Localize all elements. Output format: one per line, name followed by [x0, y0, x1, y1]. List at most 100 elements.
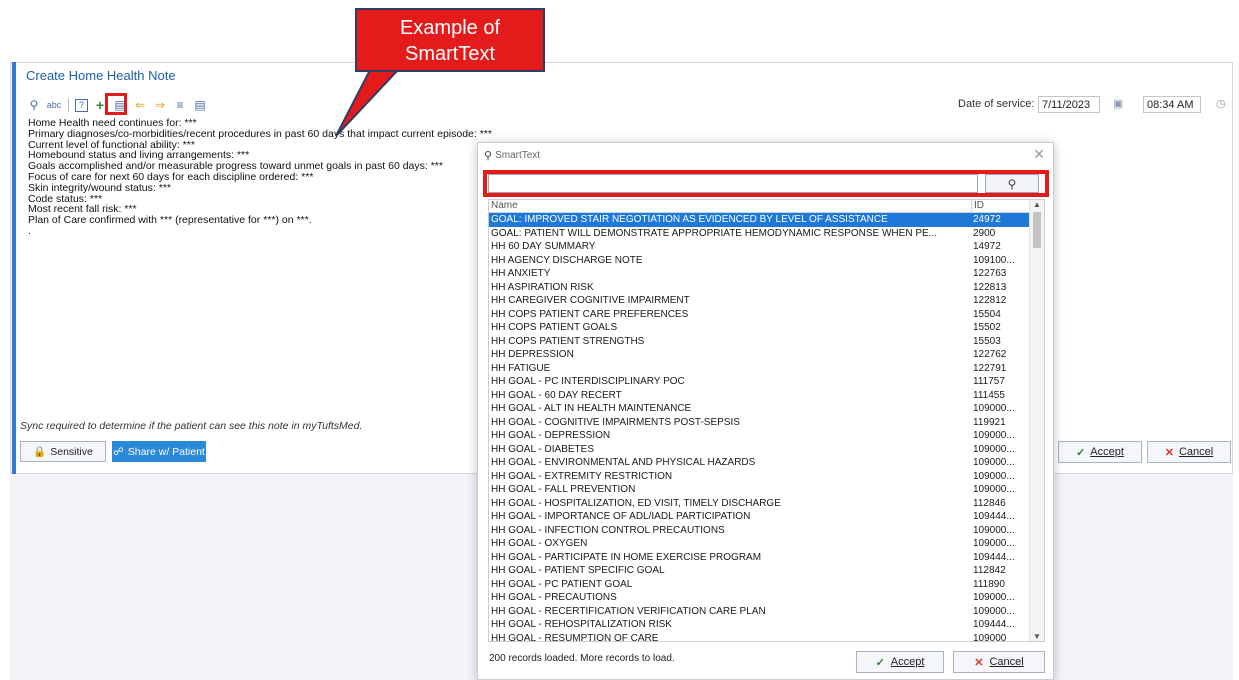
- list-item[interactable]: HH GOAL - PARTICIPATE IN HOME EXERCISE P…: [489, 551, 1044, 565]
- item-name: HH FATIGUE: [491, 362, 551, 374]
- list-item[interactable]: HH GOAL - PRECAUTIONS 109000...: [489, 591, 1044, 605]
- toolbar-divider: [68, 98, 69, 112]
- item-id: 119921: [973, 416, 1006, 428]
- list-item[interactable]: HH GOAL - OXYGEN 109000...: [489, 537, 1044, 551]
- callout-line-2: SmartText: [404, 43, 496, 65]
- sensitive-button[interactable]: 🔒 Sensitive: [20, 441, 106, 462]
- item-id: 112842: [973, 565, 1006, 576]
- item-name: HH ASPIRATION RISK: [491, 281, 594, 293]
- time-field[interactable]: 08:34 AM: [1143, 96, 1201, 113]
- smarttext-icon-highlight: [105, 93, 127, 115]
- item-id: 109000...: [973, 430, 1015, 441]
- item-name: HH COPS PATIENT CARE PREFERENCES: [491, 308, 689, 320]
- list-item[interactable]: HH CAREGIVER COGNITIVE IMPAIRMENT 122812: [489, 294, 1044, 308]
- clock-icon[interactable]: ◷: [1216, 97, 1226, 110]
- cancel-label: Cancel: [989, 656, 1024, 668]
- arrow-right-icon[interactable]: ⇒: [152, 97, 168, 113]
- x-icon: ✕: [1164, 446, 1174, 459]
- list-item[interactable]: GOAL: PATIENT WILL DEMONSTRATE APPROPRIA…: [489, 227, 1044, 241]
- list-item[interactable]: HH GOAL - FALL PREVENTION 109000...: [489, 483, 1044, 497]
- list-item[interactable]: HH COPS PATIENT GOALS 15502: [489, 321, 1044, 335]
- sensitive-label: Sensitive: [50, 445, 93, 458]
- list-item[interactable]: HH GOAL - PC INTERDISCIPLINARY POC 111757: [489, 375, 1044, 389]
- list-item[interactable]: HH GOAL - REHOSPITALIZATION RISK 109444..…: [489, 618, 1044, 632]
- date-of-service-field[interactable]: 7/11/2023: [1038, 96, 1100, 113]
- list-item[interactable]: HH GOAL - EXTREMITY RESTRICTION 109000...: [489, 470, 1044, 484]
- note-template-icon[interactable]: ▤: [192, 97, 208, 113]
- item-name: HH GOAL - ENVIRONMENTAL AND PHYSICAL HAZ…: [491, 457, 756, 468]
- item-name: HH GOAL - 60 DAY RECERT: [491, 389, 622, 401]
- column-header-id[interactable]: ID: [971, 200, 1021, 212]
- item-name: HH GOAL - RECERTIFICATION VERIFICATION C…: [491, 605, 766, 617]
- list-item[interactable]: HH GOAL - DEPRESSION 109000...: [489, 429, 1044, 443]
- list-item[interactable]: HH COPS PATIENT CARE PREFERENCES 15504: [489, 308, 1044, 322]
- list-item[interactable]: HH FATIGUE 122791: [489, 362, 1044, 376]
- list-item[interactable]: HH GOAL - DIABETES 109000...: [489, 443, 1044, 457]
- scroll-down-icon[interactable]: ▼: [1033, 632, 1041, 641]
- note-accept-button[interactable]: ✓ Accept: [1058, 441, 1142, 463]
- list-item[interactable]: HH GOAL - ALT IN HEALTH MAINTENANCE 10900…: [489, 402, 1044, 416]
- callout-box: Example of SmartText: [355, 8, 545, 72]
- item-name: HH GOAL - OXYGEN: [491, 538, 588, 549]
- list-item[interactable]: GOAL: IMPROVED STAIR NEGOTIATION AS EVID…: [489, 213, 1044, 227]
- item-id: 112846: [973, 497, 1006, 509]
- x-icon: ✕: [974, 656, 984, 669]
- list-item[interactable]: HH GOAL - RESUMPTION OF CARE 109000: [489, 632, 1044, 642]
- accept-label: Accept: [890, 656, 925, 668]
- note-cancel-button[interactable]: ✕ Cancel: [1147, 441, 1231, 463]
- list-item[interactable]: HH ANXIETY 122763: [489, 267, 1044, 281]
- item-id: 109000...: [973, 538, 1015, 549]
- check-icon: ✓: [1076, 446, 1086, 459]
- list-arrow-icon[interactable]: ≡: [172, 97, 188, 113]
- item-id: 122813: [973, 281, 1007, 293]
- close-icon[interactable]: ✕: [1033, 146, 1045, 163]
- item-name: HH GOAL - REHOSPITALIZATION RISK: [491, 619, 672, 630]
- item-name: HH 60 DAY SUMMARY: [491, 241, 596, 252]
- item-id: 122812: [973, 295, 1007, 306]
- help-icon[interactable]: ?: [75, 98, 88, 112]
- calendar-icon[interactable]: ▣: [1113, 97, 1125, 110]
- item-name: HH GOAL - DEPRESSION: [491, 430, 611, 441]
- scrollbar[interactable]: ▲ ▼: [1029, 200, 1044, 641]
- item-id: 109444...: [973, 619, 1015, 630]
- item-id: 109100...: [973, 254, 1015, 266]
- item-name: HH GOAL - HOSPITALIZATION, ED VISIT, TIM…: [491, 497, 781, 509]
- list-item[interactable]: HH GOAL - ENVIRONMENTAL AND PHYSICAL HAZ…: [489, 456, 1044, 470]
- list-item[interactable]: HH ASPIRATION RISK 122813: [489, 281, 1044, 295]
- search-highlight-box: [483, 170, 1049, 197]
- cancel-label: Cancel: [1178, 446, 1214, 458]
- callout-pointer: [335, 69, 401, 137]
- share-with-patient-button[interactable]: ☍ Share w/ Patient: [112, 441, 206, 462]
- lock-icon: 🔒: [33, 446, 47, 458]
- item-id: 109000: [973, 632, 1007, 642]
- dialog-accept-button[interactable]: ✓ Accept: [856, 651, 944, 673]
- column-header-name[interactable]: Name: [489, 200, 971, 212]
- item-name: HH GOAL - PRECAUTIONS: [491, 592, 617, 603]
- item-name: HH GOAL - RESUMPTION OF CARE: [491, 632, 659, 642]
- list-item[interactable]: HH GOAL - RECERTIFICATION VERIFICATION C…: [489, 605, 1044, 619]
- list-item[interactable]: HH GOAL - 60 DAY RECERT 111455: [489, 389, 1044, 403]
- arrow-left-icon[interactable]: ⇐: [132, 97, 148, 113]
- list-item[interactable]: HH GOAL - PATIENT SPECIFIC GOAL 112842: [489, 564, 1044, 578]
- list-item[interactable]: HH DEPRESSION 122762: [489, 348, 1044, 362]
- item-id: 14972: [973, 241, 1001, 252]
- scroll-up-icon[interactable]: ▲: [1033, 200, 1041, 209]
- list-item[interactable]: HH 60 DAY SUMMARY 14972: [489, 240, 1044, 254]
- item-name: HH GOAL - DIABETES: [491, 443, 594, 455]
- list-item[interactable]: HH GOAL - COGNITIVE IMPAIRMENTS POST-SEP…: [489, 416, 1044, 430]
- list-item[interactable]: HH GOAL - INFECTION CONTROL PRECAUTIONS 1…: [489, 524, 1044, 538]
- list-item[interactable]: HH AGENCY DISCHARGE NOTE 109100...: [489, 254, 1044, 268]
- list-item[interactable]: HH GOAL - IMPORTANCE OF ADL/IADL PARTICI…: [489, 510, 1044, 524]
- list-item[interactable]: HH GOAL - PC PATIENT GOAL 111890: [489, 578, 1044, 592]
- item-name: HH AGENCY DISCHARGE NOTE: [491, 254, 643, 266]
- scroll-thumb[interactable]: [1033, 212, 1041, 248]
- note-line: Plan of Care confirmed with *** (represe…: [28, 214, 312, 227]
- find-icon[interactable]: ⚲: [26, 97, 42, 113]
- list-item[interactable]: HH COPS PATIENT STRENGTHS 15503: [489, 335, 1044, 349]
- spellcheck-icon[interactable]: abc: [46, 97, 62, 113]
- item-name: HH GOAL - COGNITIVE IMPAIRMENTS POST-SEP…: [491, 416, 740, 428]
- dialog-cancel-button[interactable]: ✕ Cancel: [953, 651, 1045, 673]
- note-body[interactable]: Home Health need continues for: *** Prim…: [28, 118, 492, 237]
- list-item[interactable]: HH GOAL - HOSPITALIZATION, ED VISIT, TIM…: [489, 497, 1044, 511]
- sync-message: Sync required to determine if the patien…: [20, 420, 363, 432]
